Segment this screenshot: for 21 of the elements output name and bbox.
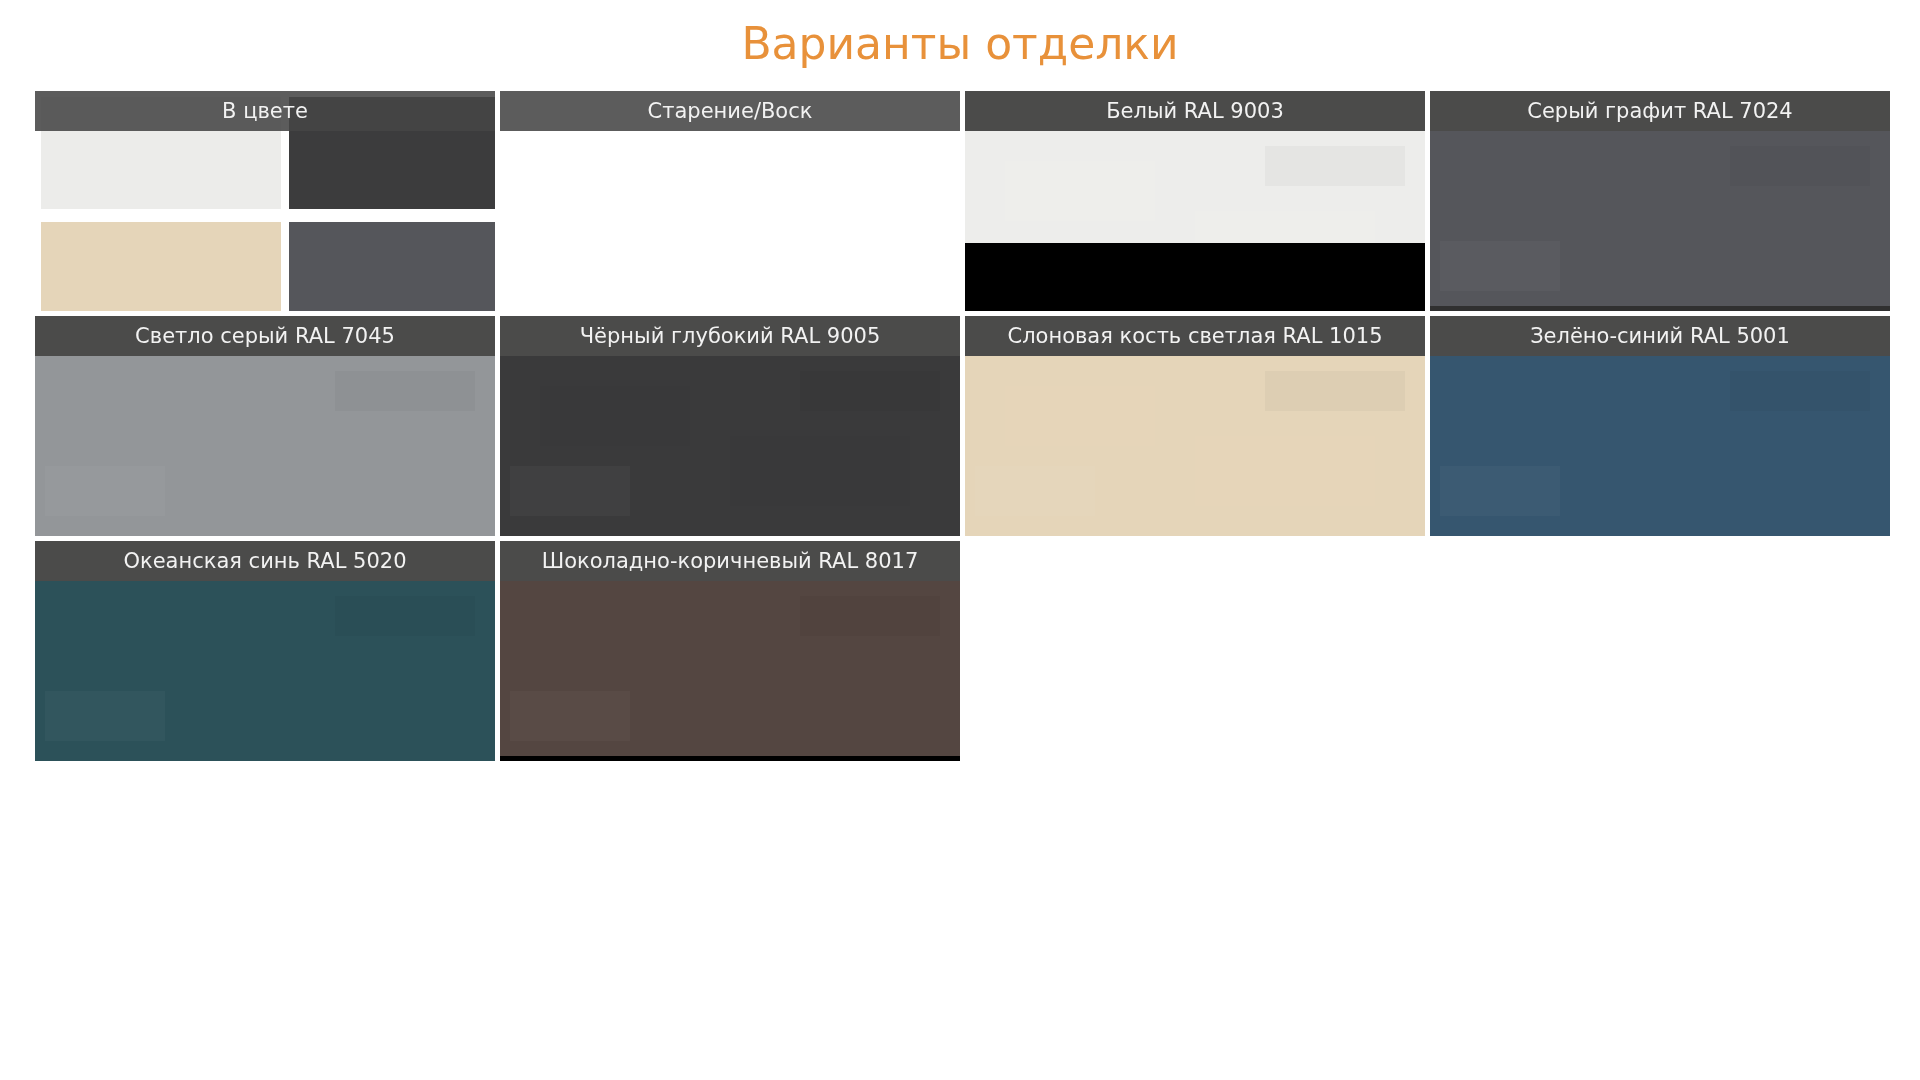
finish-tile[interactable]: Слоновая кость светлая RAL 1015	[965, 315, 1425, 536]
tile-caption: Океанская синь RAL 5020	[35, 540, 495, 581]
tile-caption: Шоколадно-коричневый RAL 8017	[500, 540, 960, 581]
tile-caption: Чёрный глубокий RAL 9005	[500, 315, 960, 356]
finish-tile[interactable]: Старение/Воск	[500, 90, 960, 311]
tile-caption: Светло серый RAL 7045	[35, 315, 495, 356]
tile-caption: Серый графит RAL 7024	[1430, 90, 1890, 131]
finish-tile[interactable]: Серый графит RAL 7024	[1430, 90, 1890, 311]
tile-caption: Старение/Воск	[500, 90, 960, 131]
tile-caption: Слоновая кость светлая RAL 1015	[965, 315, 1425, 356]
tile-caption: Зелёно-синий RAL 5001	[1430, 315, 1890, 356]
finish-tile[interactable]: Светло серый RAL 7045	[35, 315, 495, 536]
finish-tile[interactable]: Зелёно-синий RAL 5001	[1430, 315, 1890, 536]
tile-caption: Белый RAL 9003	[965, 90, 1425, 131]
tile-caption: В цвете	[35, 90, 495, 131]
finish-tile[interactable]: Белый RAL 9003	[965, 90, 1425, 311]
page-title: Варианты отделки	[740, 17, 1180, 71]
finish-tile[interactable]: Чёрный глубокий RAL 9005	[500, 315, 960, 536]
finish-tile[interactable]: В цвете	[35, 90, 495, 311]
finish-tile[interactable]: Океанская синь RAL 5020	[35, 540, 495, 761]
finish-tile[interactable]: Шоколадно-коричневый RAL 8017	[500, 540, 960, 761]
